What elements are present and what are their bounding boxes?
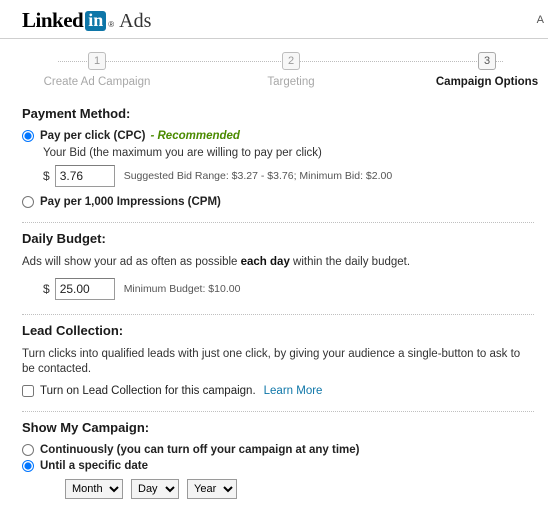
radio-pay-per-click[interactable]: [22, 130, 34, 142]
dropdown-year[interactable]: Year: [187, 479, 237, 499]
step-campaign-options[interactable]: 3 Campaign Options: [412, 48, 548, 88]
step-number-2: 2: [282, 52, 300, 70]
section-payment-method: Payment Method: Pay per click (CPC) - Re…: [22, 106, 534, 219]
step-label-3: Campaign Options: [435, 76, 539, 88]
divider-after-payment: [22, 222, 534, 223]
label-until-specific-date: Until a specific date: [40, 460, 149, 472]
daily-budget-description: Ads will show your ad as often as possib…: [22, 255, 534, 270]
radio-until-specific-date[interactable]: [22, 460, 34, 472]
step-progress-bar: 1 Create Ad Campaign 2 Targeting 3 Campa…: [0, 48, 548, 98]
daily-budget-title: Daily Budget:: [22, 231, 106, 246]
label-pay-per-impressions: Pay per 1,000 Impressions (CPM): [40, 196, 221, 208]
minimum-budget-hint: Minimum Budget: $10.00: [123, 283, 241, 295]
step-label-2: Targeting: [267, 76, 315, 88]
radio-continuously[interactable]: [22, 444, 34, 456]
date-selector-row: Month Day Year: [65, 479, 534, 499]
checkbox-lead-collection[interactable]: [22, 385, 34, 397]
section-show-my-campaign: Show My Campaign: Continuously (you can …: [22, 420, 534, 506]
daily-budget-input[interactable]: [54, 278, 115, 300]
bid-input-row: $ Suggested Bid Range: $3.27 - $3.76; Mi…: [43, 165, 534, 187]
daily-budget-desc-pre: Ads will show your ad as often as possib…: [22, 256, 241, 268]
header-account-text[interactable]: A: [537, 14, 544, 26]
logo-registered-mark: ®: [108, 20, 115, 29]
recommended-tag: - Recommended: [150, 130, 240, 142]
step-targeting[interactable]: 2 Targeting: [216, 48, 366, 88]
show-campaign-until-row[interactable]: Until a specific date: [22, 460, 534, 472]
step-create-ad-campaign[interactable]: 1 Create Ad Campaign: [22, 48, 172, 88]
section-daily-budget: Daily Budget: Ads will show your ad as o…: [22, 231, 534, 311]
show-campaign-continuous-row[interactable]: Continuously (you can turn off your camp…: [22, 444, 534, 456]
label-lead-collection: Turn on Lead Collection for this campaig…: [40, 385, 256, 397]
show-campaign-title: Show My Campaign:: [22, 420, 150, 435]
bid-input[interactable]: [54, 165, 115, 187]
lead-collection-title: Lead Collection:: [22, 323, 124, 338]
dropdown-month[interactable]: Month: [65, 479, 123, 499]
daily-budget-desc-post: within the daily budget.: [289, 256, 411, 268]
lead-collection-description: Turn clicks into qualified leads with ju…: [22, 348, 521, 375]
lead-collection-checkbox-row[interactable]: Turn on Lead Collection for this campaig…: [22, 385, 534, 397]
payment-option-cpm-row[interactable]: Pay per 1,000 Impressions (CPM): [22, 196, 534, 208]
dropdown-day[interactable]: Day: [131, 479, 179, 499]
logo-in-badge: in: [85, 11, 107, 31]
radio-pay-per-impressions[interactable]: [22, 196, 34, 208]
bid-range-hint: Suggested Bid Range: $3.27 - $3.76; Mini…: [123, 170, 393, 182]
step-label-1: Create Ad Campaign: [43, 76, 151, 88]
logo-linked-text: Linked: [22, 8, 84, 32]
budget-dollar-sign: $: [43, 282, 50, 296]
header-divider: [0, 38, 548, 39]
divider-after-lead-collection: [22, 411, 534, 412]
step-number-3: 3: [478, 52, 496, 70]
budget-input-row: $ Minimum Budget: $10.00: [43, 278, 534, 300]
linkedin-ads-logo[interactable]: Linked in ® Ads: [22, 8, 538, 33]
learn-more-link[interactable]: Learn More: [264, 385, 323, 397]
payment-method-title: Payment Method:: [22, 106, 131, 121]
bid-dollar-sign: $: [43, 169, 50, 183]
campaign-options-form: Payment Method: Pay per click (CPC) - Re…: [0, 106, 548, 506]
section-lead-collection: Lead Collection: Turn clicks into qualif…: [22, 323, 534, 408]
daily-budget-desc-bold: each day: [240, 256, 290, 268]
label-continuously: Continuously (you can turn off your camp…: [40, 444, 360, 456]
label-pay-per-click: Pay per click (CPC): [40, 130, 146, 142]
step-number-1: 1: [88, 52, 106, 70]
page-header: Linked in ® Ads A: [0, 0, 548, 38]
payment-option-cpc-row[interactable]: Pay per click (CPC) - Recommended: [22, 130, 534, 142]
logo-ads-text: Ads: [119, 10, 152, 32]
divider-after-budget: [22, 314, 534, 315]
bid-help-text: Your Bid (the maximum you are willing to…: [43, 147, 322, 159]
